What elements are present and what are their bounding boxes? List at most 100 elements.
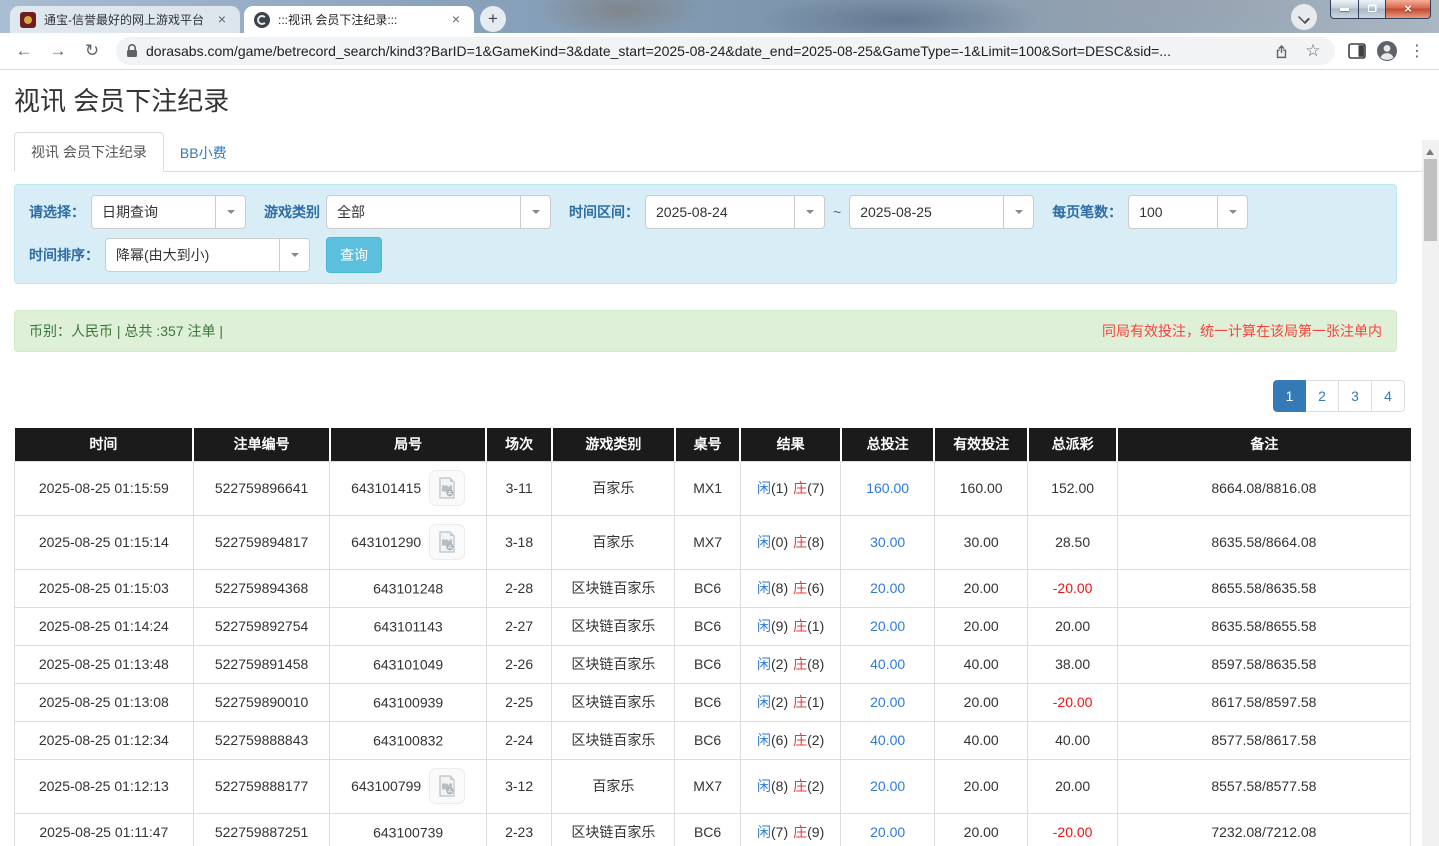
result-player-count: (2) <box>771 656 788 672</box>
table-row: 2025-08-25 01:11:47 522759887251 6431007… <box>15 813 1411 846</box>
date-separator: ~ <box>833 204 841 220</box>
url-text[interactable]: dorasabs.com/game/betrecord_search/kind3… <box>146 43 1261 59</box>
scroll-up-icon[interactable] <box>1426 145 1434 155</box>
currency-total-text: 币别：人民币 | 总共 :357 注单 | <box>29 321 223 341</box>
date-end-select[interactable]: 2025-08-25 <box>849 195 1034 229</box>
cell-note: 8664.08/8816.08 <box>1117 461 1410 515</box>
table-row: 2025-08-25 01:14:24 522759892754 6431011… <box>15 607 1411 645</box>
cell-table-no: BC6 <box>675 569 741 607</box>
forward-icon[interactable]: → <box>44 37 72 65</box>
cell-payout: 40.00 <box>1028 721 1117 759</box>
cell-table-no: BC6 <box>675 683 741 721</box>
total-bet-link[interactable]: 20.00 <box>870 618 905 634</box>
video-replay-button[interactable] <box>429 524 465 560</box>
column-header: 时间 <box>15 428 194 461</box>
profile-avatar[interactable] <box>1375 39 1399 63</box>
cell-session: 2-28 <box>486 569 552 607</box>
new-tab-button[interactable]: + <box>480 6 506 32</box>
reload-icon[interactable]: ↻ <box>78 37 106 65</box>
round-number: 643100799 <box>351 778 421 794</box>
total-bet-link[interactable]: 20.00 <box>870 694 905 710</box>
column-header: 总派彩 <box>1028 428 1117 461</box>
cell-total-bet: 40.00 <box>841 721 935 759</box>
result-player-label: 闲 <box>757 534 771 550</box>
bookmark-star-icon[interactable]: ☆ <box>1301 39 1325 63</box>
table-header-row: 时间注单编号局号场次游戏类别桌号结果总投注有效投注总派彩备注 <box>15 428 1411 461</box>
minimize-button[interactable] <box>1330 0 1359 19</box>
result-player-count: (9) <box>771 618 788 634</box>
result-player-count: (1) <box>771 480 788 496</box>
page-button[interactable]: 4 <box>1372 380 1405 412</box>
total-bet-link[interactable]: 20.00 <box>870 580 905 596</box>
cell-valid-bet: 20.00 <box>934 607 1028 645</box>
page-scrollbar[interactable] <box>1422 140 1439 846</box>
date-start-select[interactable]: 2025-08-24 <box>645 195 825 229</box>
game-kind-select[interactable]: 全部 <box>326 195 551 229</box>
browser-tab-betrecord[interactable]: :::视讯 会员下注纪录::: × <box>244 6 474 33</box>
column-header: 场次 <box>486 428 552 461</box>
total-bet-link[interactable]: 40.00 <box>870 732 905 748</box>
round-number: 643101049 <box>373 657 443 673</box>
cell-table-no: BC6 <box>675 813 741 846</box>
result-banker-count: (9) <box>807 824 824 840</box>
restore-button[interactable] <box>1359 0 1386 19</box>
cell-result: 闲(2)庄(8) <box>740 645 841 683</box>
share-icon[interactable] <box>1269 39 1293 63</box>
cell-result: 闲(6)庄(2) <box>740 721 841 759</box>
cell-payout: 152.00 <box>1028 461 1117 515</box>
cell-bet-id: 522759894817 <box>193 515 330 569</box>
browser-tab-tongbao[interactable]: 通宝-信誉最好的网上游戏平台 × <box>10 6 240 33</box>
tab-search-button[interactable] <box>1291 4 1317 30</box>
video-replay-button[interactable] <box>429 768 465 804</box>
menu-icon[interactable]: ⋮ <box>1405 39 1429 63</box>
result-player-count: (2) <box>771 694 788 710</box>
page-button[interactable]: 3 <box>1339 380 1372 412</box>
table-row: 2025-08-25 01:12:34 522759888843 6431008… <box>15 721 1411 759</box>
total-bet-link[interactable]: 20.00 <box>870 778 905 794</box>
page-button[interactable]: 2 <box>1306 380 1339 412</box>
cell-valid-bet: 20.00 <box>934 813 1028 846</box>
page-size-select[interactable]: 100 <box>1128 195 1248 229</box>
tab-betrecord[interactable]: 视讯 会员下注纪录 <box>14 132 164 172</box>
cell-valid-bet: 30.00 <box>934 515 1028 569</box>
result-banker-label: 庄 <box>793 694 807 710</box>
chevron-down-icon <box>1217 196 1247 228</box>
tab-bb-tip[interactable]: BB小费 <box>164 134 243 172</box>
side-panel-icon[interactable] <box>1345 39 1369 63</box>
back-icon[interactable]: ← <box>10 37 38 65</box>
cell-game-kind: 区块链百家乐 <box>552 569 675 607</box>
table-row: 2025-08-25 01:12:13 522759888177 6431007… <box>15 759 1411 813</box>
scrollbar-thumb[interactable] <box>1424 159 1437 241</box>
cell-table-no: MX1 <box>675 461 741 515</box>
chevron-down-icon <box>1003 196 1033 228</box>
tab-close-icon[interactable]: × <box>214 12 230 28</box>
query-button[interactable]: 查询 <box>326 237 382 273</box>
total-bet-link[interactable]: 30.00 <box>870 534 905 550</box>
result-banker-label: 庄 <box>793 778 807 794</box>
cell-valid-bet: 20.00 <box>934 569 1028 607</box>
total-bet-link[interactable]: 20.00 <box>870 824 905 840</box>
sort-select[interactable]: 降幂(由大到小) <box>105 238 310 272</box>
result-banker-count: (6) <box>807 580 824 596</box>
cell-game-kind: 区块链百家乐 <box>552 813 675 846</box>
cell-table-no: BC6 <box>675 645 741 683</box>
result-player-label: 闲 <box>757 824 771 840</box>
cell-session: 2-23 <box>486 813 552 846</box>
tab-close-icon[interactable]: × <box>448 12 464 28</box>
result-player-label: 闲 <box>757 580 771 596</box>
address-bar[interactable]: dorasabs.com/game/betrecord_search/kind3… <box>116 37 1335 65</box>
query-type-select[interactable]: 日期查询 <box>91 195 246 229</box>
page-size-label: 每页笔数： <box>1052 202 1122 222</box>
total-bet-link[interactable]: 40.00 <box>870 656 905 672</box>
browser-window: 通宝-信誉最好的网上游戏平台 × :::视讯 会员下注纪录::: × + × ←… <box>0 0 1439 846</box>
cell-result: 闲(8)庄(6) <box>740 569 841 607</box>
cell-time: 2025-08-25 01:15:59 <box>15 461 194 515</box>
video-replay-button[interactable] <box>429 470 465 506</box>
filter-panel: 请选择： 日期查询 游戏类别 全部 时间区间： 2 <box>14 184 1397 284</box>
cell-round-id: 643101290 <box>330 515 486 569</box>
cell-note: 8635.58/8655.58 <box>1117 607 1410 645</box>
result-player-count: (0) <box>771 534 788 550</box>
close-button[interactable]: × <box>1386 0 1431 19</box>
page-button[interactable]: 1 <box>1273 380 1306 412</box>
total-bet-link[interactable]: 160.00 <box>866 480 909 496</box>
